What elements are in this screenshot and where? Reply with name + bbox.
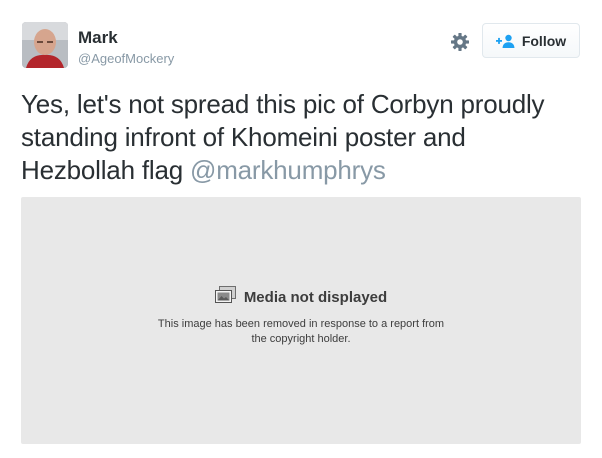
media-description: This image has been removed in response … [157, 318, 445, 345]
add-user-icon [495, 34, 516, 48]
media-title: Media not displayed [243, 288, 388, 306]
author-display-name[interactable]: Mark [78, 28, 118, 48]
follow-button[interactable]: Follow [482, 23, 580, 58]
gear-icon[interactable] [450, 32, 470, 52]
media-title-row: Media not displayed [0, 286, 602, 308]
tweet-card: Mark @AgeofMockery Follow Yes, let's not… [0, 0, 602, 458]
avatar-image [22, 22, 68, 68]
author-screen-name[interactable]: @AgeofMockery [78, 51, 174, 67]
mention-link[interactable]: @markhumphrys [190, 155, 386, 185]
photos-icon [214, 286, 236, 308]
follow-button-label: Follow [521, 32, 567, 49]
tweet-text: Yes, let's not spread this pic of Corbyn… [21, 88, 586, 187]
avatar[interactable] [22, 22, 68, 68]
